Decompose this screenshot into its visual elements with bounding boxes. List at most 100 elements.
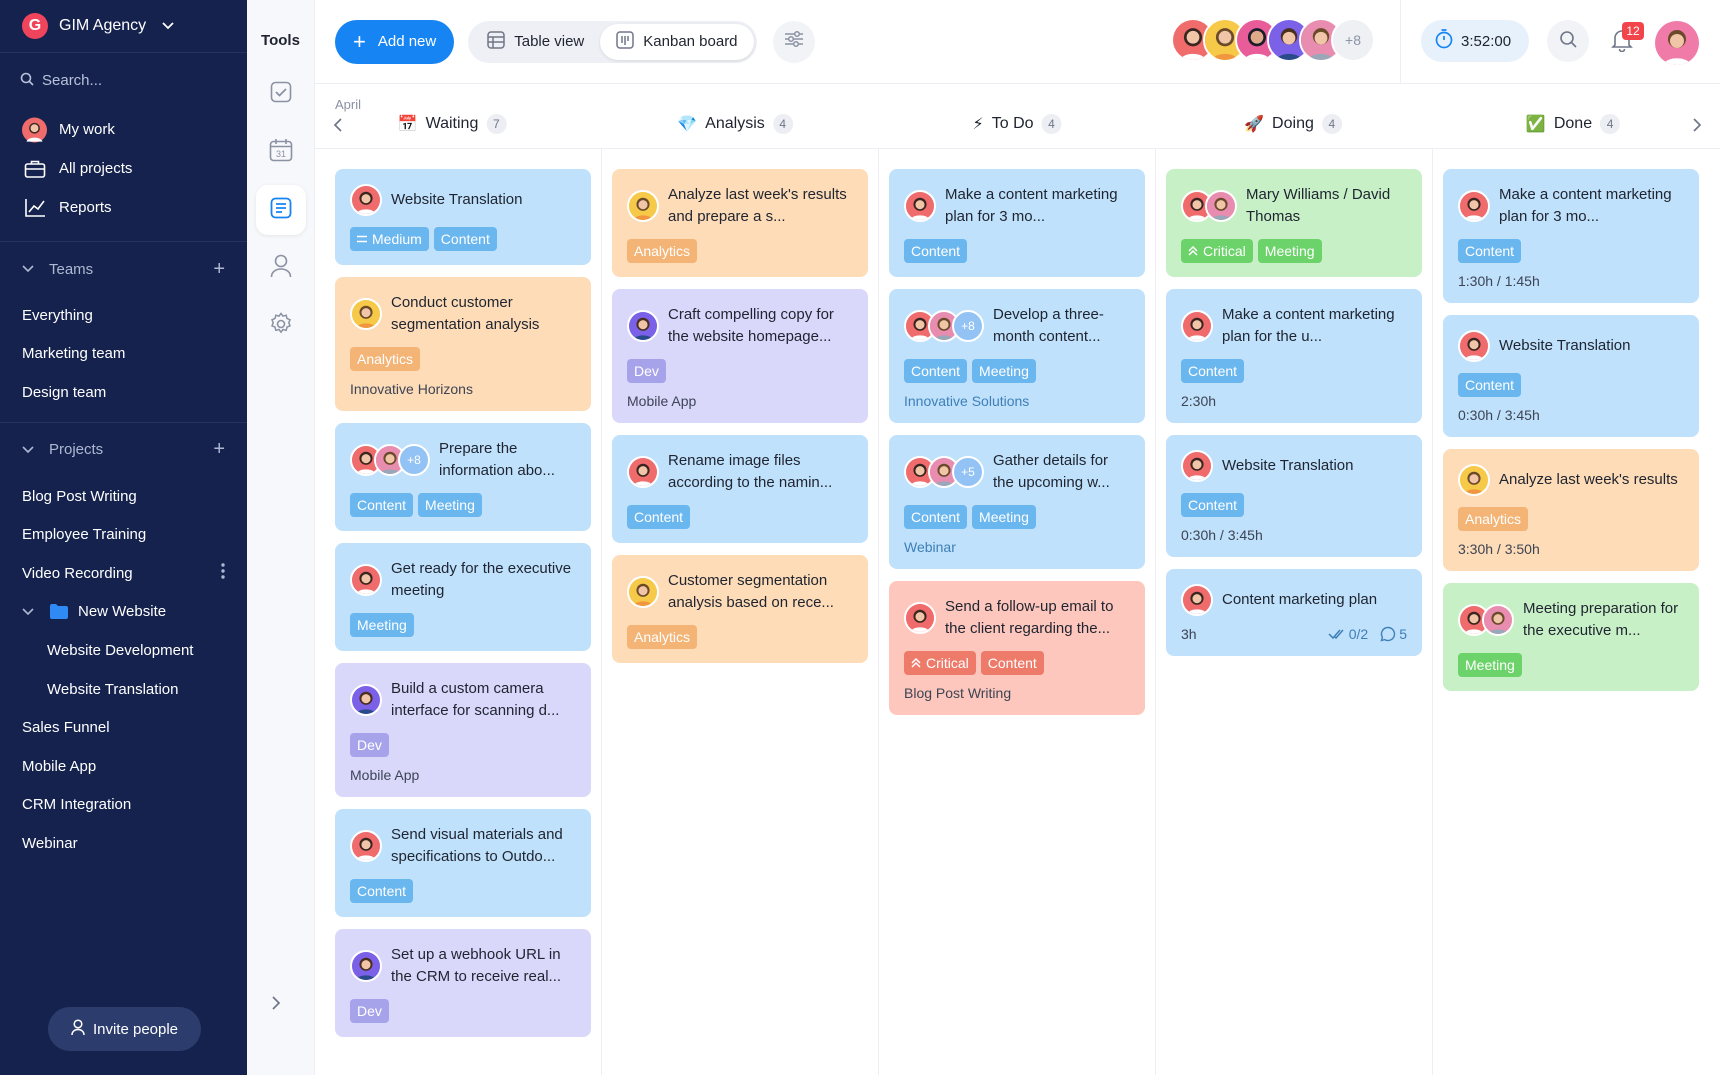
project-webinar[interactable]: Webinar <box>0 824 247 863</box>
expand-sidebar-button[interactable] <box>271 996 281 1015</box>
column-header-doing[interactable]: 🚀 Doing 4 <box>1244 114 1342 134</box>
project-website-translation[interactable]: Website Translation <box>0 670 247 709</box>
column-header-waiting[interactable]: 📅 Waiting 7 <box>398 114 507 134</box>
task-card[interactable]: Make a content marketing plan for 3 mo..… <box>889 169 1145 277</box>
profile-avatar[interactable] <box>1655 21 1699 65</box>
assignee-avatars[interactable]: +5 <box>904 456 984 488</box>
global-search-button[interactable] <box>1547 20 1589 62</box>
add-new-button[interactable]: + Add new <box>335 19 455 64</box>
task-card[interactable]: Conduct customer segmentation analysis An… <box>335 277 591 411</box>
card-project[interactable]: Mobile App <box>627 393 853 409</box>
project-video-recording[interactable]: Video Recording <box>0 554 247 593</box>
assignee-avatars[interactable] <box>350 564 382 596</box>
task-card[interactable]: Craft compelling copy for the website ho… <box>612 289 868 423</box>
assignee-avatars[interactable] <box>1458 604 1514 636</box>
notifications-button[interactable]: 12 <box>1602 22 1644 62</box>
assignee-avatars[interactable] <box>350 950 382 982</box>
task-card[interactable]: Content marketing plan 3h 0/2 5 <box>1166 569 1422 656</box>
add-team-icon[interactable]: + <box>213 258 225 281</box>
prev-button[interactable] <box>333 118 343 137</box>
task-card[interactable]: Customer segmentation analysis based on … <box>612 555 868 663</box>
invite-people-button[interactable]: Invite people <box>48 1007 201 1051</box>
tool-tasks[interactable] <box>256 69 306 119</box>
task-card[interactable]: Set up a webhook URL in the CRM to recei… <box>335 929 591 1037</box>
task-card[interactable]: +8 Prepare the information abo... Content M… <box>335 423 591 531</box>
card-project[interactable]: Webinar <box>904 539 1130 555</box>
add-project-icon[interactable]: + <box>213 438 225 461</box>
task-card[interactable]: Website Translation Content 0:30h / 3:45h <box>1166 435 1422 557</box>
assignee-avatars[interactable] <box>1181 190 1237 222</box>
projects-header[interactable]: Projects + <box>0 423 247 477</box>
column-header-done[interactable]: ✅ Done 4 <box>1526 114 1621 134</box>
team-avatars[interactable]: +8 <box>1171 18 1375 62</box>
task-card[interactable]: Send visual materials and specifications… <box>335 809 591 917</box>
task-card[interactable]: Make a content marketing plan for the u.… <box>1166 289 1422 423</box>
next-button[interactable] <box>1692 118 1702 137</box>
assignee-avatars[interactable] <box>350 830 382 862</box>
kanban-board-tab[interactable]: Kanban board <box>600 23 754 60</box>
filter-button[interactable] <box>772 20 815 63</box>
checklist-count[interactable]: 0/2 <box>1328 626 1368 642</box>
assignee-avatars[interactable]: +8 <box>350 444 430 476</box>
team-design[interactable]: Design team <box>0 373 247 412</box>
nav-my-work[interactable]: My work <box>0 110 247 149</box>
task-card[interactable]: Mary Williams / David Thomas Critical Meet… <box>1166 169 1422 277</box>
assignee-avatars[interactable] <box>350 684 382 716</box>
column-header-analysis[interactable]: 💎 Analysis 4 <box>677 114 793 134</box>
workspace-switcher[interactable]: G GIM Agency <box>0 0 247 53</box>
team-marketing[interactable]: Marketing team <box>0 335 247 374</box>
assignee-avatars[interactable] <box>904 190 936 222</box>
assignee-avatars[interactable]: +8 <box>904 310 984 342</box>
card-project[interactable]: Innovative Solutions <box>904 393 1130 409</box>
task-card[interactable]: Build a custom camera interface for scan… <box>335 663 591 797</box>
task-card[interactable]: Analyze last week's results and prepare … <box>612 169 868 277</box>
task-card[interactable]: Website Translation Medium Content <box>335 169 591 265</box>
project-mobile-app[interactable]: Mobile App <box>0 747 247 786</box>
project-blog-post-writing[interactable]: Blog Post Writing <box>0 477 247 516</box>
task-card[interactable]: Get ready for the executive meeting Meeti… <box>335 543 591 651</box>
tool-notes[interactable] <box>255 185 306 235</box>
tool-settings[interactable] <box>256 301 306 351</box>
assignee-avatars[interactable] <box>1181 584 1213 616</box>
project-employee-training[interactable]: Employee Training <box>0 515 247 554</box>
teams-header[interactable]: Teams + <box>0 242 247 296</box>
task-card[interactable]: Rename image files according to the nami… <box>612 435 868 543</box>
nav-reports[interactable]: Reports <box>0 188 247 227</box>
card-project[interactable]: Blog Post Writing <box>904 685 1130 701</box>
timer-button[interactable]: 3:52:00 <box>1421 20 1530 62</box>
assignee-avatars[interactable] <box>1458 330 1490 362</box>
assignee-avatars[interactable] <box>350 298 382 330</box>
search-input[interactable]: Search... <box>0 53 247 108</box>
assignee-avatars[interactable] <box>1181 450 1213 482</box>
assignee-avatars[interactable] <box>627 576 659 608</box>
project-sales-funnel[interactable]: Sales Funnel <box>0 708 247 747</box>
tool-calendar[interactable]: 31 <box>256 127 306 177</box>
task-card[interactable]: +5 Gather details for the upcoming w... Co… <box>889 435 1145 569</box>
task-card[interactable]: Website Translation Content 0:30h / 3:45h <box>1443 315 1699 437</box>
team-everything[interactable]: Everything <box>0 296 247 335</box>
tool-people[interactable] <box>256 243 306 293</box>
task-card[interactable]: Make a content marketing plan for 3 mo..… <box>1443 169 1699 303</box>
assignee-avatars[interactable] <box>627 190 659 222</box>
more-vertical-icon[interactable] <box>221 563 225 584</box>
assignee-avatars[interactable] <box>350 184 382 216</box>
table-view-tab[interactable]: Table view <box>471 24 600 60</box>
task-card[interactable]: Meeting preparation for the executive m.… <box>1443 583 1699 691</box>
assignee-avatars[interactable] <box>627 310 659 342</box>
assignee-avatars[interactable] <box>1458 190 1490 222</box>
nav-all-projects[interactable]: All projects <box>0 149 247 188</box>
assignee-avatars[interactable] <box>904 602 936 634</box>
column-header-to-do[interactable]: ⚡ To Do 4 <box>972 114 1062 134</box>
project-crm-integration[interactable]: CRM Integration <box>0 786 247 825</box>
project-website-development[interactable]: Website Development <box>0 631 247 670</box>
card-project[interactable]: Innovative Horizons <box>350 381 576 397</box>
task-card[interactable]: Analyze last week's results Analytics 3:30… <box>1443 449 1699 571</box>
assignee-avatars[interactable] <box>1458 464 1490 496</box>
task-card[interactable]: +8 Develop a three-month content... Conten… <box>889 289 1145 423</box>
card-project[interactable]: Mobile App <box>350 767 576 783</box>
task-card[interactable]: Send a follow-up email to the client reg… <box>889 581 1145 715</box>
comments-count[interactable]: 5 <box>1380 626 1407 642</box>
folder-new-website[interactable]: New Website <box>0 593 247 632</box>
assignee-avatars[interactable] <box>627 456 659 488</box>
assignee-avatars[interactable] <box>1181 310 1213 342</box>
